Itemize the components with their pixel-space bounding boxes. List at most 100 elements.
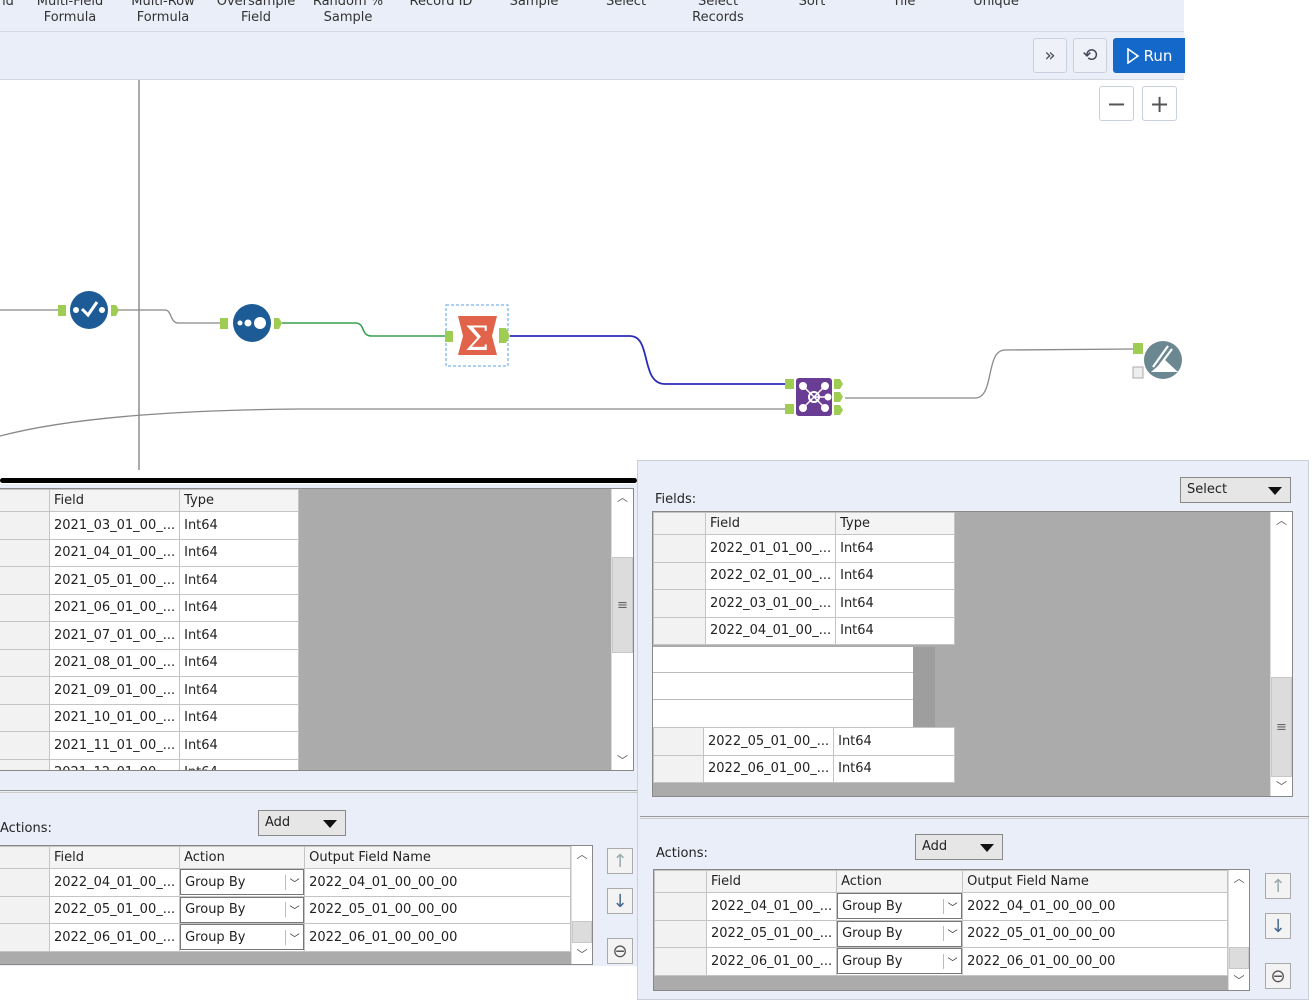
- history-button[interactable]: ⟲: [1073, 38, 1107, 73]
- column-header-field[interactable]: Field: [705, 870, 838, 893]
- field-cell[interactable]: 2021_12_01_00_...: [48, 758, 181, 770]
- output-field-name-cell[interactable]: 2022_05_01_00_00_00: [962, 919, 1228, 948]
- input-anchor[interactable]: [220, 318, 228, 329]
- field-cell[interactable]: 2022_01_01_00_...: [704, 534, 837, 563]
- scroll-up-icon[interactable]: ︿: [612, 489, 633, 507]
- scroll-thumb[interactable]: [572, 921, 592, 943]
- right-actions-grid[interactable]: Field Action Output Field Name 2022_04_01_…: [653, 869, 1250, 991]
- table-row[interactable]: 2022_01_01_00_... Int64: [653, 534, 955, 563]
- type-cell[interactable]: Int64: [179, 731, 299, 760]
- scroll-up-icon[interactable]: ︿: [572, 846, 592, 864]
- scroll-down-icon[interactable]: ﹀: [1271, 778, 1292, 796]
- row-header[interactable]: [653, 727, 704, 756]
- type-cell[interactable]: Int64: [179, 566, 299, 595]
- output-anchor[interactable]: [274, 318, 282, 329]
- row-header[interactable]: [0, 758, 50, 770]
- formula-tool[interactable]: [58, 291, 119, 329]
- splitter[interactable]: [640, 816, 1309, 819]
- column-header-action[interactable]: Action: [836, 870, 964, 893]
- field-cell[interactable]: 2021_11_01_00_...: [48, 731, 181, 760]
- row-header[interactable]: [0, 566, 50, 595]
- left-output-anchor[interactable]: [834, 379, 843, 389]
- table-row[interactable]: 2022_04_01_00_... Group By ﹀ 2022_04_01_00_…: [0, 868, 571, 897]
- right-output-anchor[interactable]: [834, 405, 843, 415]
- column-header-type[interactable]: Type: [835, 512, 955, 535]
- field-cell[interactable]: 2021_06_01_00_...: [48, 593, 181, 622]
- chevron-down-icon[interactable]: ﹀: [943, 926, 961, 942]
- row-header[interactable]: [653, 589, 706, 618]
- tool-sort[interactable]: Sort: [762, 0, 862, 10]
- table-row[interactable]: 2022_05_01_00_... Group By ﹀ 2022_05_01_00_…: [654, 919, 1228, 948]
- row-header[interactable]: [653, 534, 706, 563]
- expand-button[interactable]: »: [1033, 38, 1067, 73]
- table-row[interactable]: 2022_06_01_00_... Group By ﹀ 2022_06_01_00_…: [0, 923, 571, 952]
- table-row[interactable]: 2021_11_01_00_... Int64: [0, 731, 299, 760]
- tool-record-id[interactable]: Record ID: [391, 0, 491, 10]
- left-actions-grid[interactable]: Field Action Output Field Name 2022_04_01_…: [0, 845, 593, 965]
- add-dropdown[interactable]: Add: [915, 834, 1003, 860]
- row-header[interactable]: [654, 947, 707, 976]
- type-cell[interactable]: Int64: [179, 676, 299, 705]
- table-row[interactable]: 2021_04_01_00_... Int64: [0, 538, 299, 567]
- tool-multi-row-formula[interactable]: Multi-Row Formula: [113, 0, 213, 26]
- table-row[interactable]: 2022_06_01_00_... Group By ﹀ 2022_06_01_00_…: [654, 947, 1228, 976]
- add-dropdown[interactable]: Add: [258, 810, 346, 836]
- right-fields-grid[interactable]: Field Type 2022_01_01_00_... Int64 2022_02_…: [652, 511, 1293, 797]
- move-down-button[interactable]: ↓: [607, 888, 633, 914]
- vertical-scrollbar[interactable]: ︿ ≡ ﹀: [611, 489, 633, 770]
- workflow-canvas[interactable]: Σ: [0, 80, 1184, 480]
- table-row[interactable]: 2022_04_01_00_... Group By ﹀ 2022_04_01_00_…: [654, 892, 1228, 921]
- tool-sample[interactable]: Sample: [484, 0, 584, 10]
- chevron-down-icon[interactable]: ﹀: [943, 953, 961, 969]
- remove-button[interactable]: ⊖: [607, 938, 633, 964]
- field-cell[interactable]: 2022_06_01_00_...: [705, 947, 838, 976]
- output-tool[interactable]: [1132, 341, 1182, 379]
- tool-random-sample[interactable]: Random % Sample: [298, 0, 398, 26]
- chevron-down-icon[interactable]: ﹀: [285, 929, 303, 945]
- row-header[interactable]: [0, 511, 50, 540]
- join-output-anchor[interactable]: [834, 392, 843, 402]
- field-cell[interactable]: 2021_10_01_00_...: [48, 703, 181, 732]
- input-anchor[interactable]: [1133, 343, 1143, 354]
- tool-select[interactable]: Select: [576, 0, 676, 10]
- tool-multi-field-formula[interactable]: Multi-Field Formula: [20, 0, 120, 26]
- action-select[interactable]: Group By ﹀: [836, 919, 964, 948]
- row-header[interactable]: [0, 538, 50, 567]
- field-cell[interactable]: 2021_08_01_00_...: [48, 648, 181, 677]
- splitter[interactable]: [0, 790, 637, 793]
- field-cell[interactable]: 2022_06_01_00_...: [702, 754, 835, 783]
- type-cell[interactable]: Int64: [833, 727, 955, 756]
- table-row[interactable]: 2021_08_01_00_... Int64: [0, 648, 299, 677]
- action-select[interactable]: Group By ﹀: [836, 892, 964, 921]
- type-cell[interactable]: Int64: [835, 589, 955, 618]
- vertical-scrollbar[interactable]: ︿ ≡ ﹀: [1270, 512, 1292, 796]
- type-cell[interactable]: Int64: [179, 538, 299, 567]
- table-row[interactable]: 2022_05_01_00_... Int64: [653, 727, 955, 756]
- column-header-field[interactable]: Field: [48, 489, 181, 512]
- type-cell[interactable]: Int64: [835, 561, 955, 590]
- table-row[interactable]: 2022_02_01_00_... Int64: [653, 561, 955, 590]
- column-header-output-field-name[interactable]: Output Field Name: [962, 870, 1228, 893]
- vertical-scrollbar[interactable]: ︿ ﹀: [1228, 870, 1249, 990]
- chevron-down-icon[interactable]: ﹀: [285, 902, 303, 918]
- tool-tile[interactable]: Tile: [854, 0, 954, 10]
- column-header-field[interactable]: Field: [48, 846, 181, 869]
- type-cell[interactable]: Int64: [179, 511, 299, 540]
- output-field-name-cell[interactable]: 2022_05_01_00_00_00: [304, 895, 571, 924]
- table-row[interactable]: 2021_09_01_00_... Int64: [0, 676, 299, 705]
- action-select[interactable]: Group By ﹀: [179, 895, 306, 924]
- table-row[interactable]: 2022_04_01_00_... Int64: [653, 616, 955, 645]
- type-cell[interactable]: Int64: [179, 703, 299, 732]
- chevron-down-icon[interactable]: ﹀: [943, 898, 961, 914]
- row-header[interactable]: [0, 895, 50, 924]
- right-input-anchor[interactable]: [785, 404, 794, 414]
- action-select[interactable]: Group By ﹀: [836, 947, 964, 976]
- tool-oversample-field[interactable]: Oversample Field: [206, 0, 306, 26]
- field-cell[interactable]: 2021_03_01_00_...: [48, 511, 181, 540]
- scroll-down-icon[interactable]: ﹀: [1229, 972, 1249, 990]
- type-cell[interactable]: Int64: [835, 616, 955, 645]
- tool-unique[interactable]: Unique: [946, 0, 1046, 10]
- table-row[interactable]: 2021_03_01_00_... Int64: [0, 511, 299, 540]
- secondary-anchor[interactable]: [1132, 366, 1144, 379]
- move-up-button[interactable]: ↑: [1265, 873, 1291, 899]
